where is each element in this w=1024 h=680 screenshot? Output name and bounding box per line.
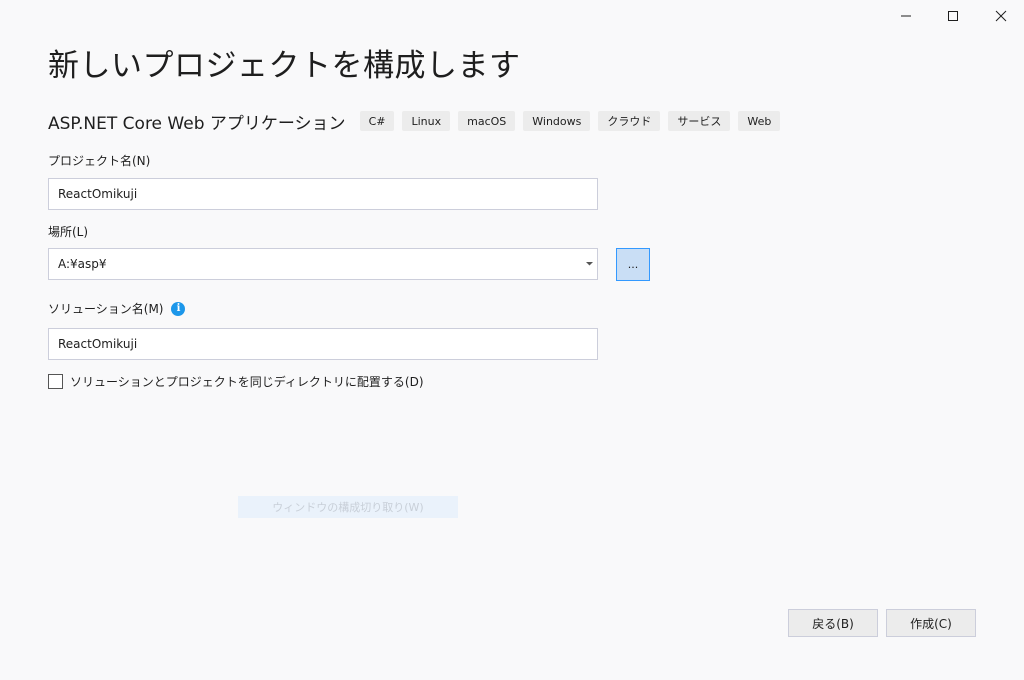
page-title: 新しいプロジェクトを構成します [48, 48, 521, 84]
tag: C# [359, 111, 395, 131]
solution-name-input[interactable]: ReactOmikuji [48, 328, 598, 360]
tag: Web [738, 111, 781, 131]
info-icon[interactable]: i [171, 301, 186, 316]
tag: Windows [523, 111, 591, 131]
close-button[interactable] [986, 4, 1016, 28]
same-directory-label: ソリューションとプロジェクトを同じディレクトリに配置する(D) [70, 375, 424, 389]
solution-name-label-row: ソリューション名(M) i [48, 300, 186, 317]
configure-project-dialog: 新しいプロジェクトを構成します ASP.NET Core Web アプリケーショ… [0, 0, 1024, 680]
project-name-value: ReactOmikuji [58, 187, 138, 201]
solution-name-label: ソリューション名(M) [48, 302, 164, 316]
template-name: ASP.NET Core Web アプリケーション [48, 113, 346, 134]
same-directory-checkbox[interactable] [48, 374, 63, 389]
maximize-icon [948, 11, 958, 21]
project-name-input[interactable]: ReactOmikuji [48, 178, 598, 210]
location-value: A:¥asp¥ [58, 257, 107, 271]
tag: Linux [402, 111, 451, 131]
minimize-icon [901, 15, 911, 17]
tag: macOS [458, 111, 516, 131]
ghost-overlay: ウィンドウの構成切り取り(W) [238, 496, 458, 518]
maximize-button[interactable] [938, 4, 968, 28]
tag: サービス [668, 111, 731, 131]
close-icon [995, 10, 1007, 22]
solution-name-value: ReactOmikuji [58, 337, 138, 351]
browse-button[interactable]: ... [616, 248, 650, 281]
same-directory-option[interactable]: ソリューションとプロジェクトを同じディレクトリに配置する(D) [48, 373, 424, 390]
chevron-down-icon[interactable] [586, 261, 593, 266]
minimize-button[interactable] [891, 4, 921, 28]
template-row: ASP.NET Core Web アプリケーション C# Linux macOS… [48, 108, 788, 134]
create-button[interactable]: 作成(C) [886, 609, 976, 637]
tag: クラウド [598, 111, 661, 131]
location-combobox[interactable]: A:¥asp¥ [48, 248, 598, 280]
back-button[interactable]: 戻る(B) [788, 609, 878, 637]
project-name-label: プロジェクト名(N) [48, 154, 151, 168]
location-label: 場所(L) [48, 225, 89, 239]
